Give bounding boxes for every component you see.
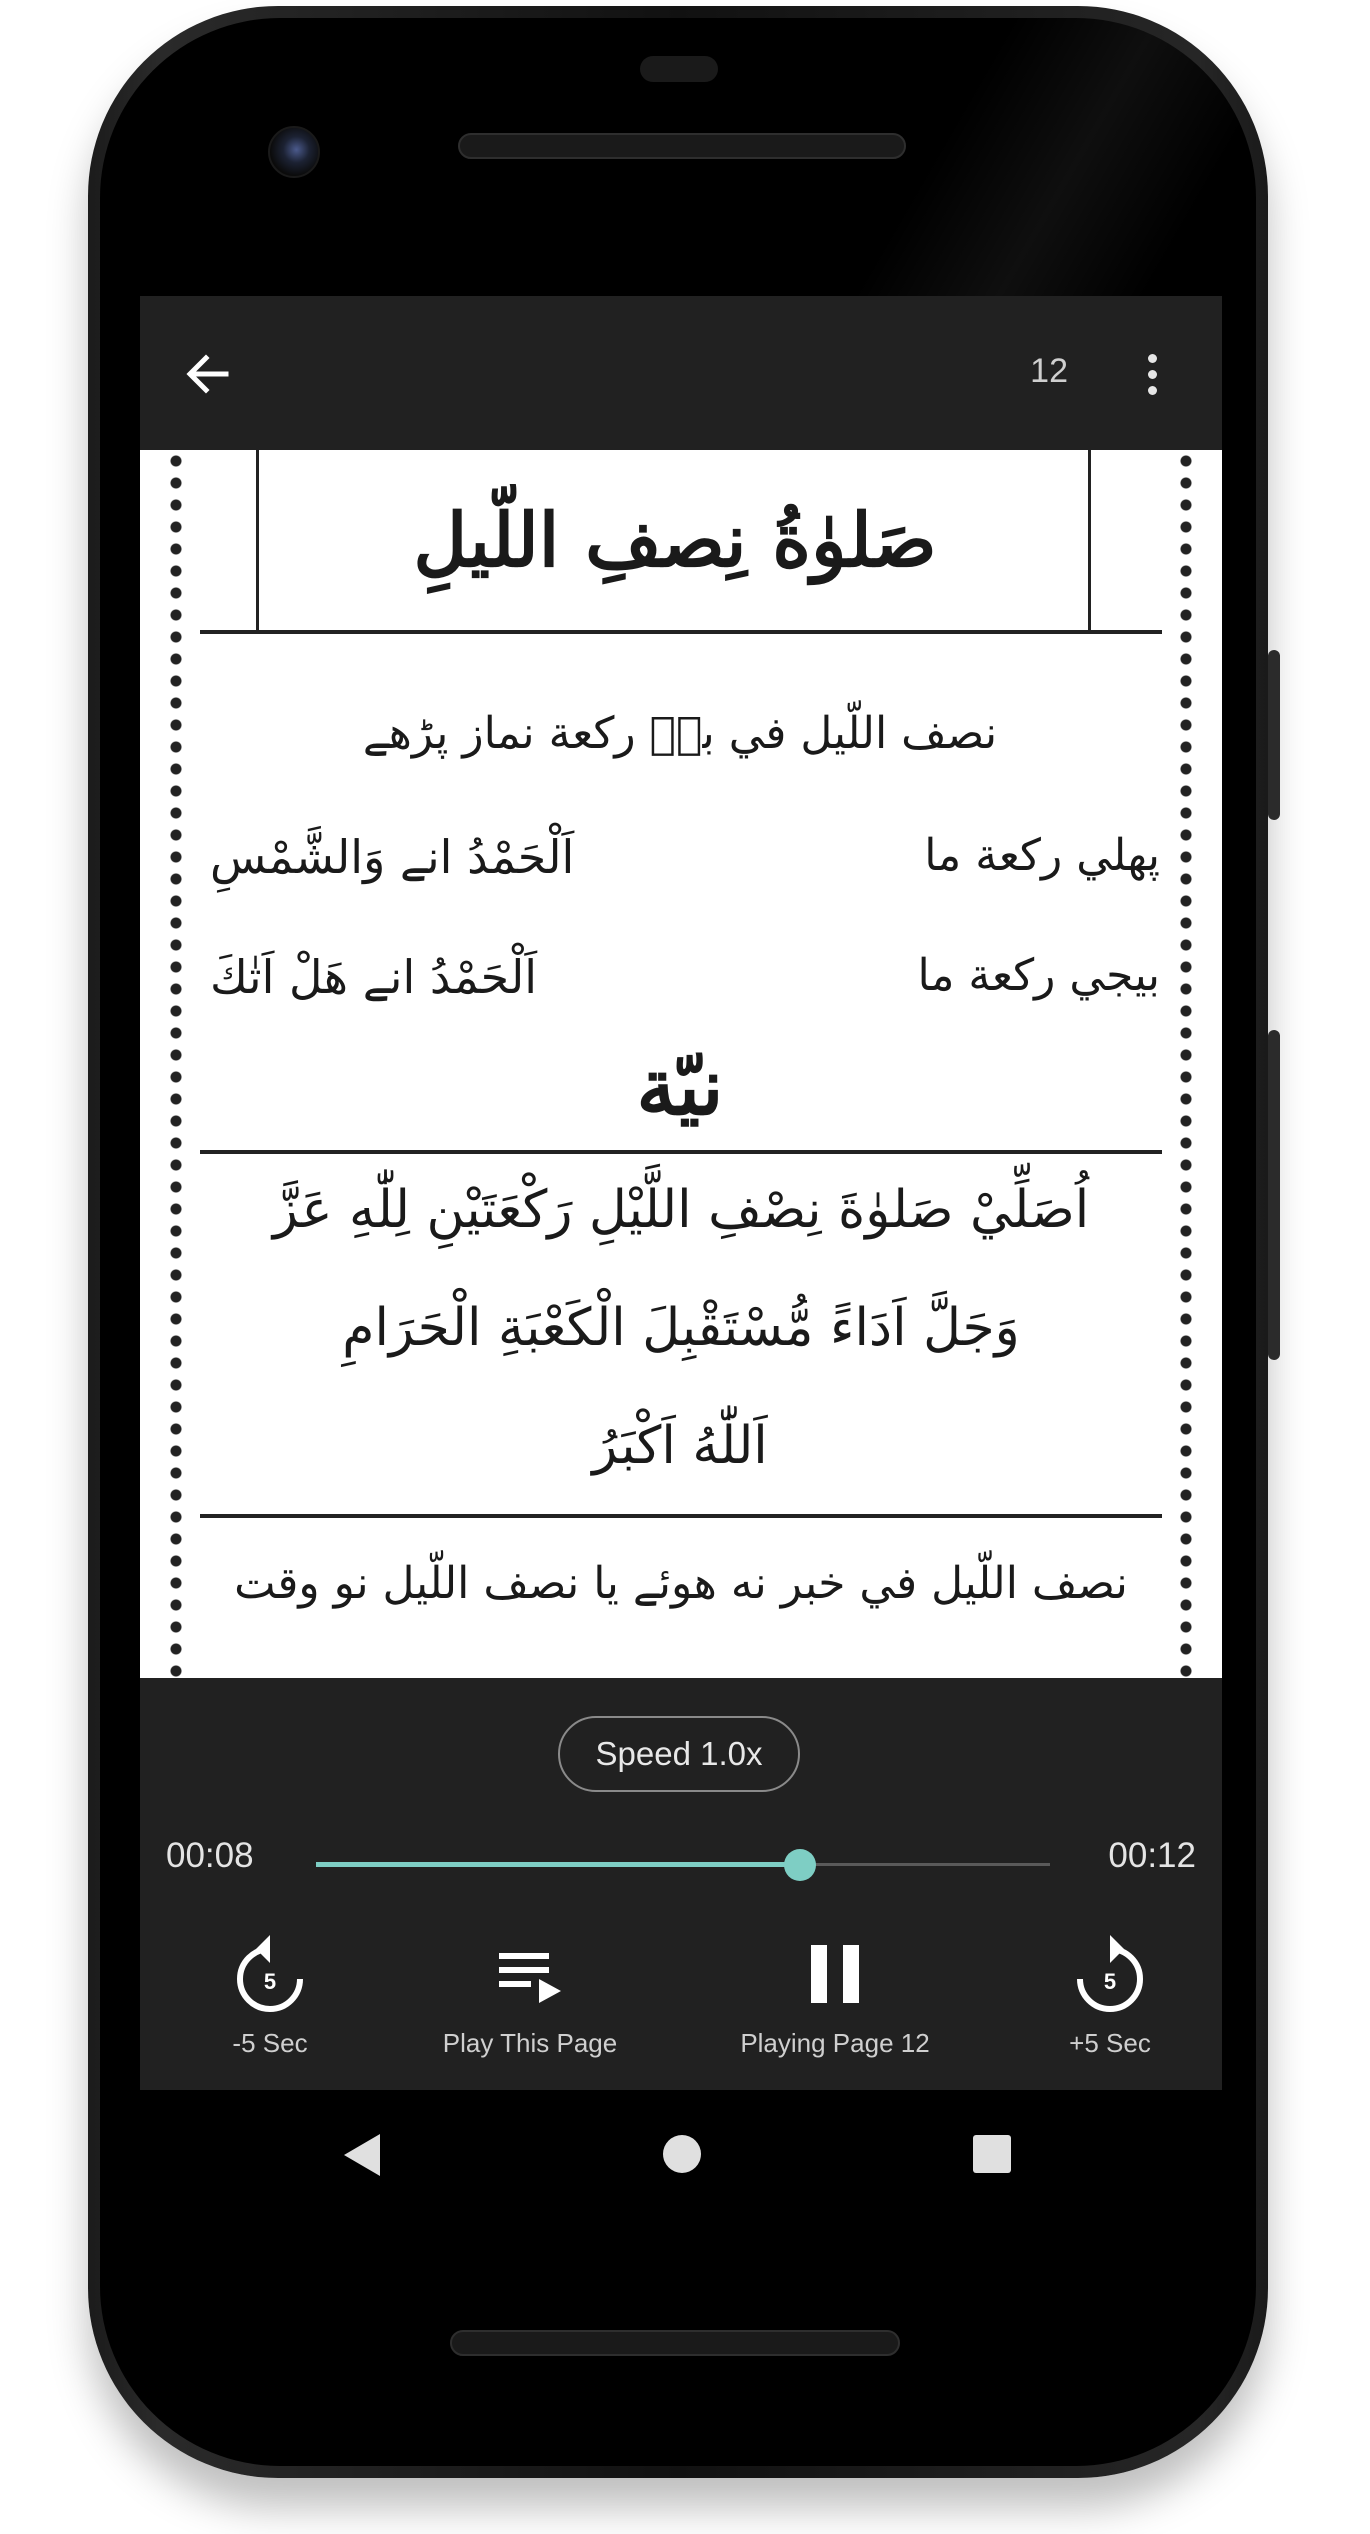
- play-this-page-button[interactable]: Play This Page: [430, 1928, 630, 2078]
- svg-text:5: 5: [264, 1969, 276, 1994]
- nav-home-button[interactable]: [660, 2130, 704, 2178]
- forward-5-button[interactable]: 5 +5 Sec: [1040, 1928, 1180, 2078]
- playlist-play-icon: [499, 1953, 561, 2003]
- bottom-speaker: [450, 2330, 900, 2356]
- power-button: [1268, 650, 1280, 820]
- rakat2-surah: اَلْحَمْدُ انے هَلْ اَتٰكَ: [210, 950, 538, 1004]
- playing-page-label: Playing Page 12: [740, 2028, 930, 2058]
- nav-home-icon: [663, 2135, 701, 2173]
- book-page-image: صَلوٰةُ نِصفِ اللّيلِ نصف اللّيل في بےؑ …: [140, 450, 1222, 1678]
- title-divider: [200, 630, 1162, 634]
- speed-button[interactable]: Speed 1.0x: [558, 1716, 800, 1792]
- pause-button[interactable]: Playing Page 12: [730, 1928, 940, 2078]
- instruction-line: نصف اللّيل في بےؑ رکعة نماز پڑھے: [362, 708, 998, 759]
- nav-recents-button[interactable]: [970, 2130, 1014, 2178]
- niyyat-divider: [200, 1150, 1162, 1154]
- nav-back-icon: [344, 2134, 380, 2176]
- elapsed-time: 00:08: [166, 1836, 254, 1875]
- rewind-5-label: -5 Sec: [232, 2028, 308, 2058]
- total-duration: 00:12: [1108, 1836, 1196, 1875]
- earpiece-speaker: [458, 133, 906, 159]
- rakat2-label: بيجي رکعة ما: [917, 950, 1160, 1001]
- footer-line: نصف اللّيل في خبر نه هوئے يا نصف اللّيل …: [234, 1558, 1128, 1609]
- footer-divider: [200, 1514, 1162, 1518]
- page-border-left: [162, 450, 190, 1678]
- nav-recents-icon: [973, 2135, 1011, 2173]
- svg-text:5: 5: [1104, 1969, 1116, 1994]
- rewind-5-button[interactable]: 5 -5 Sec: [200, 1928, 340, 2078]
- app-bar: 12: [140, 296, 1222, 450]
- niyyat-line-1: اُصَلِّيْ صَلوٰةَ نِصْفِ اللَّيْلِ رَكْع…: [272, 1180, 1090, 1240]
- menu-dot: [1148, 386, 1157, 395]
- app-screen: 12 صَلوٰةُ نِصفِ اللّيلِ نصف اللّيل في ب…: [140, 296, 1222, 2090]
- niyyat-line-3: اَللّٰهُ اَكْبَرُ: [592, 1416, 768, 1476]
- rakat1-label: پهلي رکعة ما: [924, 830, 1160, 881]
- back-button[interactable]: [176, 342, 240, 406]
- page-number: 12: [1030, 352, 1068, 390]
- overflow-menu-button[interactable]: [1132, 342, 1172, 406]
- page-border-right: [1172, 450, 1200, 1678]
- menu-dot: [1148, 370, 1157, 379]
- play-this-page-label: Play This Page: [442, 2028, 618, 2058]
- replay-5-icon: 5: [237, 1935, 303, 2012]
- forward-5-icon: 5: [1077, 1935, 1143, 2012]
- more-vert-icon: [1148, 354, 1157, 363]
- arrow-left-icon: [186, 354, 229, 394]
- front-camera: [268, 126, 320, 178]
- seek-progress: [316, 1862, 801, 1867]
- prayer-title: صَلوٰةُ نِصفِ اللّيلِ: [413, 498, 937, 584]
- title-box-left-line: [256, 450, 259, 630]
- proximity-sensor: [640, 56, 718, 82]
- pause-icon: [811, 1945, 859, 2003]
- forward-5-label: +5 Sec: [1069, 2028, 1151, 2058]
- nav-back-button[interactable]: [340, 2130, 384, 2184]
- niyyat-line-2: وَجَلَّ اَدَاءً مُّسْتَقْبِلَ الْكَعْبَة…: [342, 1298, 1020, 1358]
- seek-thumb[interactable]: [784, 1849, 817, 1881]
- niyyat-heading: نيّة: [636, 1042, 724, 1133]
- system-nav-bar: [140, 2090, 1222, 2226]
- volume-button: [1268, 1030, 1280, 1360]
- rakat1-surah: اَلْحَمْدُ انے وَالشَّمْسِ: [210, 830, 575, 884]
- seek-slider[interactable]: [316, 1848, 1050, 1882]
